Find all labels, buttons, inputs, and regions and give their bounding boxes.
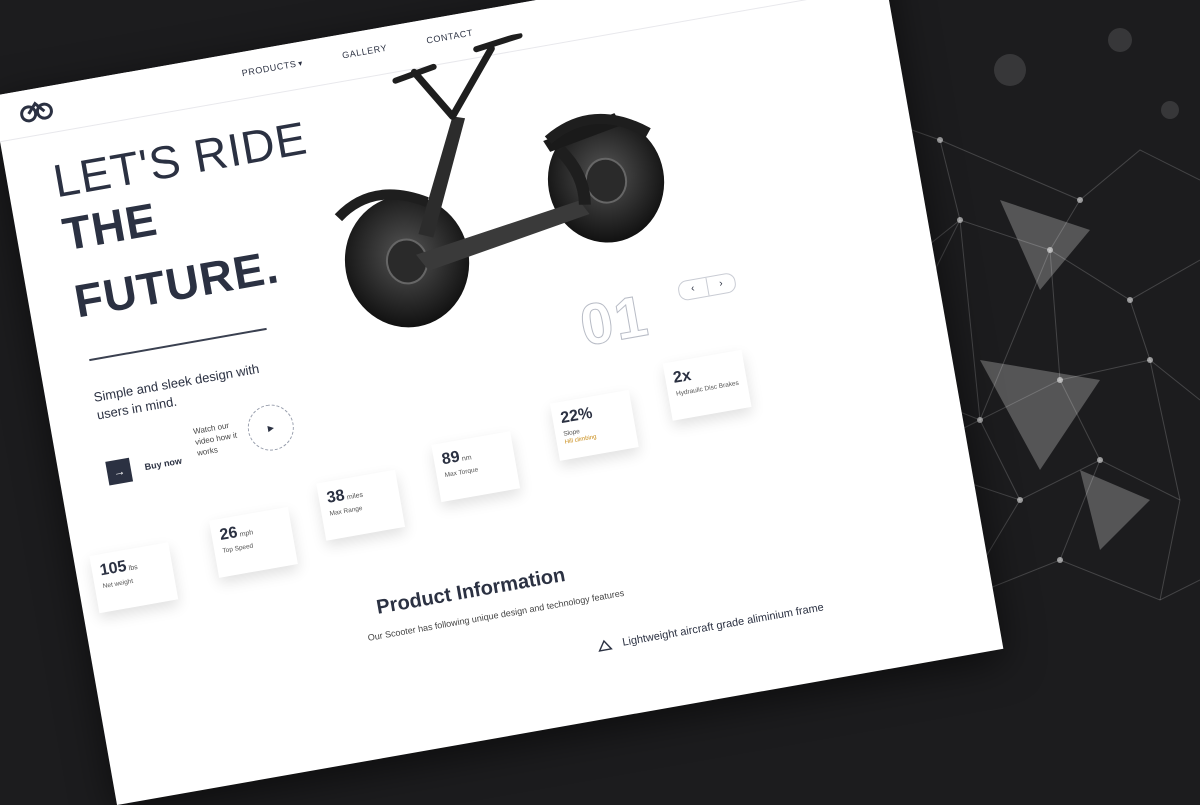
next-slide-button[interactable]: › bbox=[706, 273, 736, 296]
hero-heading: LET'S RIDE THE FUTURE. bbox=[49, 111, 331, 327]
prev-slide-button[interactable]: ‹ bbox=[677, 277, 710, 301]
buy-now-button[interactable]: → Buy now bbox=[105, 449, 184, 486]
slide-number: 01 bbox=[575, 282, 655, 359]
feature-text: Lightweight aircraft grade aliminium fra… bbox=[621, 601, 825, 649]
stat-value: 2x bbox=[671, 367, 693, 387]
play-icon[interactable]: ▶ bbox=[244, 400, 298, 455]
chevron-down-icon: ▾ bbox=[297, 58, 304, 69]
arrow-right-icon: → bbox=[105, 457, 134, 486]
stat-card: 38miles Max Range bbox=[316, 469, 406, 541]
stat-unit: mph bbox=[239, 529, 254, 539]
video-caption: Watch our video how it works bbox=[192, 420, 238, 458]
stat-card: 22% Slope Hill climbing bbox=[549, 389, 639, 461]
stat-card: 105lbs Net weight bbox=[89, 542, 179, 614]
buy-now-label: Buy now bbox=[143, 455, 183, 473]
stat-value: 105 bbox=[98, 557, 128, 580]
stat-value: 89 bbox=[440, 448, 462, 469]
stat-card: 26mph Top Speed bbox=[209, 506, 298, 578]
nav-products-label: PRODUCTS bbox=[240, 58, 298, 79]
stat-unit: lbs bbox=[128, 563, 139, 573]
bike-logo-icon[interactable] bbox=[17, 96, 55, 126]
stat-value: 26 bbox=[218, 524, 239, 544]
stat-unit: miles bbox=[346, 491, 364, 502]
stat-unit: nm bbox=[461, 454, 473, 463]
stat-value: 22% bbox=[559, 404, 594, 428]
feature-item: Lightweight aircraft grade aliminium fra… bbox=[596, 599, 825, 655]
hero-divider bbox=[89, 327, 267, 362]
webpage-mockup: PRODUCTS▾ GALLERY CONTACT ✦ LET'S RIDE T… bbox=[0, 0, 1004, 805]
stat-card: 89nm Max Torque bbox=[431, 431, 521, 503]
frame-icon bbox=[598, 639, 613, 652]
stat-value: 38 bbox=[325, 486, 346, 507]
stat-card: 2x Hydraulic Disc Brakes bbox=[662, 349, 752, 421]
